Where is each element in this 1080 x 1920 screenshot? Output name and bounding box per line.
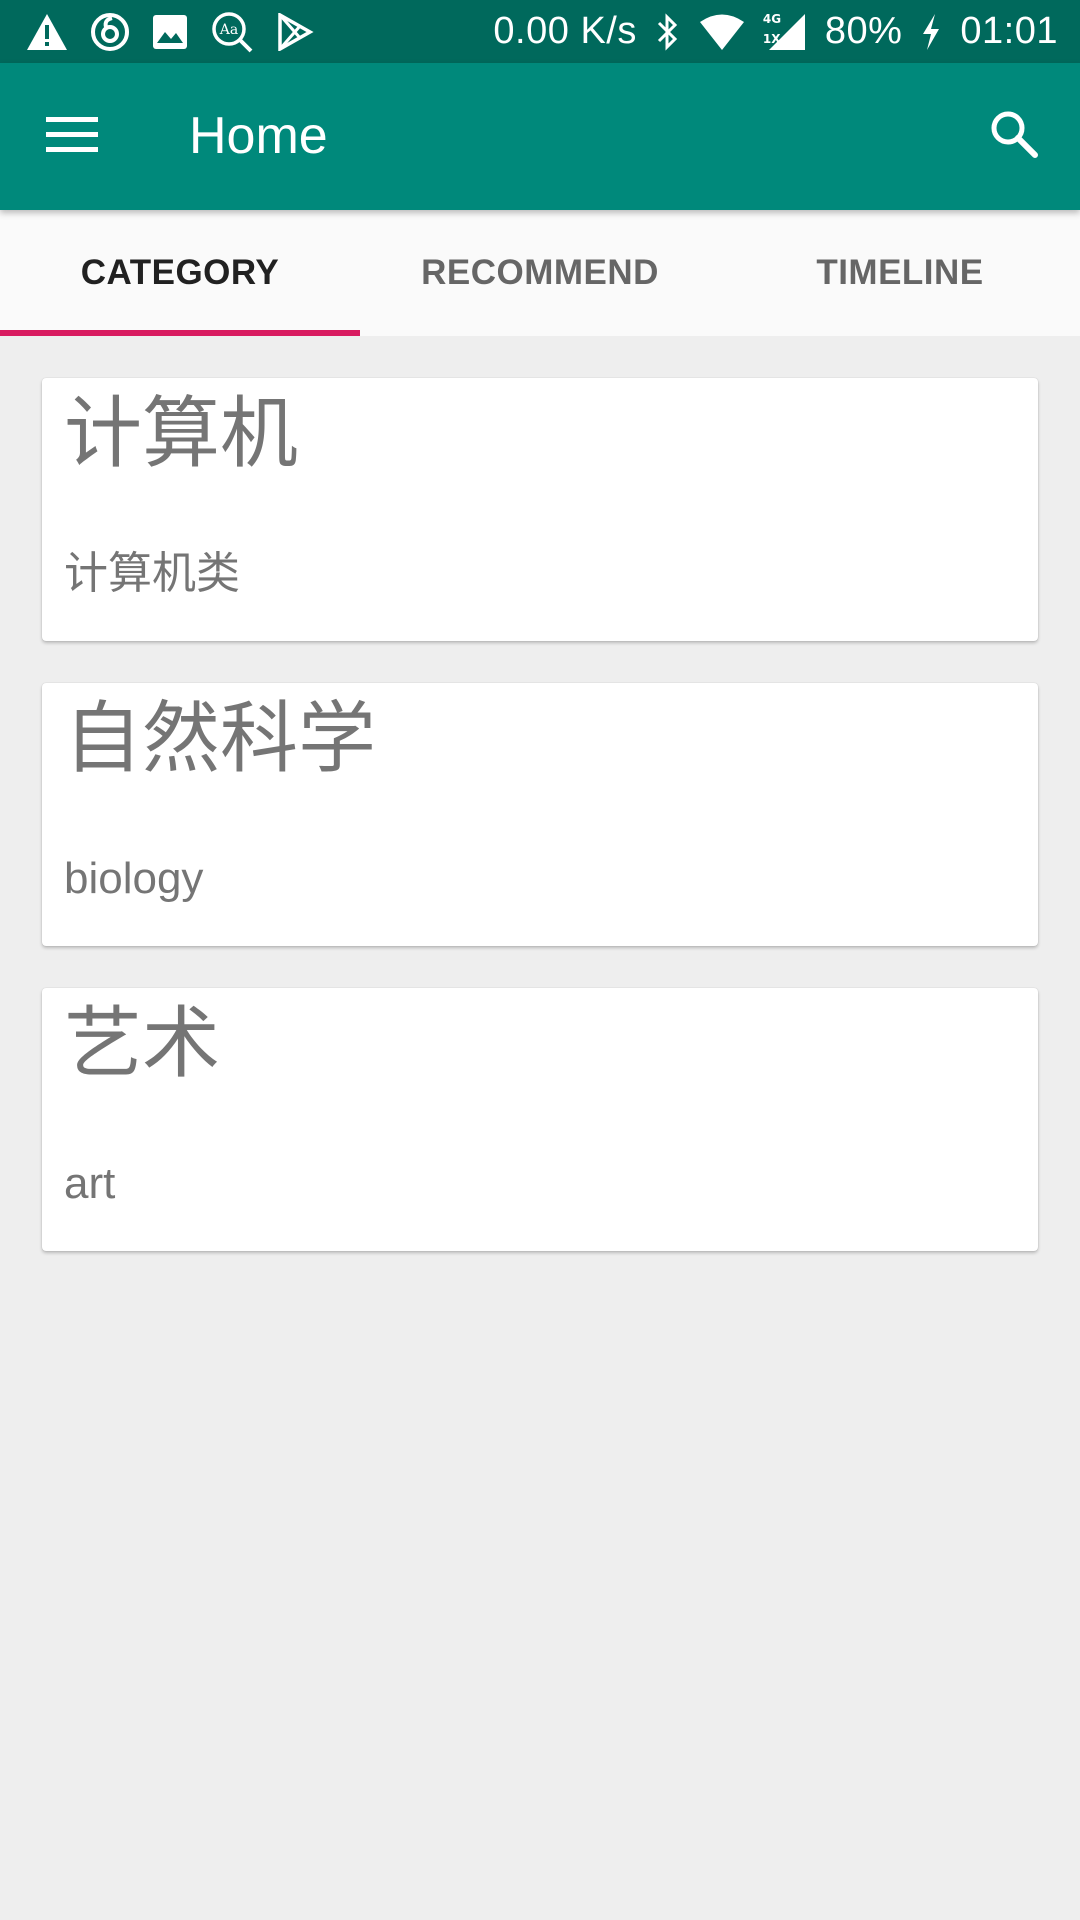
- tab-timeline[interactable]: TIMELINE: [720, 210, 1080, 336]
- clock: 01:01: [960, 10, 1058, 52]
- battery-level: 80%: [824, 10, 903, 52]
- image-icon: [152, 14, 188, 50]
- menu-button[interactable]: [36, 103, 108, 169]
- network-type-label-2: 1X: [762, 31, 781, 46]
- tab-recommend[interactable]: RECOMMEND: [360, 210, 720, 336]
- category-subtitle: art: [64, 1159, 116, 1208]
- search-button[interactable]: [978, 103, 1050, 169]
- tab-bar: CATEGORY RECOMMEND TIMELINE: [0, 210, 1080, 336]
- network-speed: 0.00 K/s: [493, 10, 637, 52]
- cell-signal-icon: 4G 1X: [763, 12, 807, 52]
- category-title: 计算机: [64, 389, 299, 479]
- category-card-art[interactable]: 艺术 art: [42, 988, 1038, 1251]
- category-subtitle: 计算机类: [64, 549, 240, 598]
- tab-category[interactable]: CATEGORY: [0, 210, 360, 336]
- dictionary-icon: Aa: [210, 10, 254, 54]
- network-type-label: 4G: [762, 11, 782, 26]
- category-title: 自然科学: [64, 694, 377, 784]
- page-title: Home: [189, 107, 328, 165]
- app-bar: Home: [0, 63, 1080, 210]
- menu-icon: [46, 115, 98, 157]
- bluetooth-icon: [655, 12, 681, 52]
- category-title: 艺术: [64, 999, 221, 1089]
- category-subtitle: biology: [64, 854, 204, 903]
- notification-icons: Aa: [26, 10, 336, 54]
- wifi-icon: [699, 13, 745, 51]
- search-icon: [989, 109, 1039, 163]
- play-store-icon: [276, 12, 314, 51]
- netease-music-icon: [90, 12, 130, 52]
- status-bar: Aa 0.00 K/s 4G 1X 80% 01:01: [0, 0, 1080, 63]
- charging-icon: [920, 13, 942, 51]
- tab-indicator: [0, 330, 360, 336]
- warning-icon: [26, 13, 68, 51]
- svg-text:Aa: Aa: [219, 22, 238, 38]
- category-card-natural-science[interactable]: 自然科学 biology: [42, 683, 1038, 946]
- system-status: 0.00 K/s 4G 1X 80% 01:01: [475, 10, 1058, 53]
- category-card-computer[interactable]: 计算机 计算机类: [42, 378, 1038, 641]
